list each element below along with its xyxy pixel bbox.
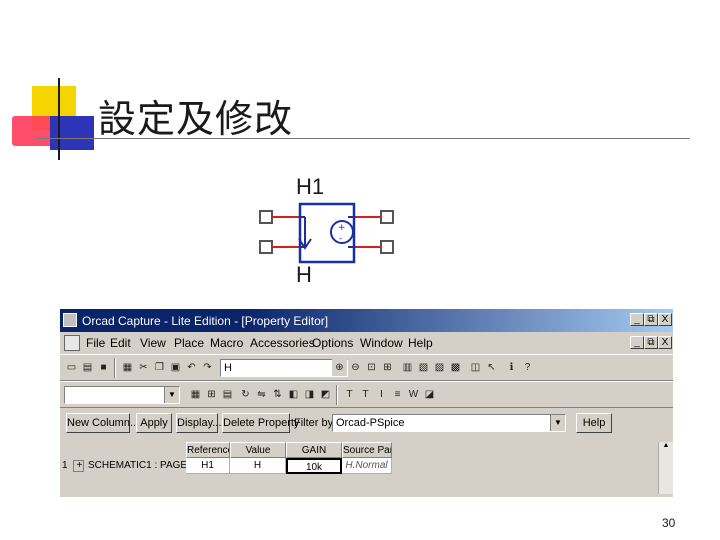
part-combo[interactable]: H ▼	[220, 359, 348, 377]
drc-icon[interactable]: ▧	[416, 359, 431, 376]
pointer-help-icon[interactable]: ↖	[484, 359, 499, 376]
doc-minimize-button[interactable]: _	[630, 336, 644, 349]
svg-text:+: +	[338, 223, 346, 233]
new-column-button[interactable]: New Column...	[66, 413, 139, 433]
expand-icon[interactable]: +	[73, 460, 84, 472]
zoom-all-icon[interactable]: ⊞	[380, 359, 395, 376]
project-manager-icon[interactable]: ◫	[468, 359, 483, 376]
netlist-icon[interactable]: ▨	[432, 359, 447, 376]
format-toolbar: ▼ ▦ ⊞ ▤ ↻ ⇋ ⇅ ◧ ◨ ◩ T T I ≡ W ◪	[60, 381, 673, 408]
send-back-icon[interactable]: ◨	[302, 386, 317, 403]
paste-icon[interactable]: ▣	[168, 359, 183, 376]
new-file-icon[interactable]: ▭	[64, 359, 79, 376]
part-combo-value: H	[224, 362, 232, 374]
header-reference[interactable]: Reference	[186, 442, 230, 458]
align-text-icon[interactable]: ≡	[390, 386, 405, 403]
open-folder-icon[interactable]: ▤	[80, 359, 95, 376]
close-button[interactable]: X	[658, 313, 672, 326]
decoration-vertical-line	[58, 78, 60, 160]
slide-title: 設定及修改	[98, 97, 294, 141]
window-title: Orcad Capture - Lite Edition - [Property…	[82, 314, 329, 328]
chevron-down-icon[interactable]: ▼	[164, 387, 179, 403]
apply-button[interactable]: Apply	[136, 413, 172, 433]
svg-text:-: -	[339, 234, 342, 244]
group-icon[interactable]: ◩	[318, 386, 333, 403]
vertical-scrollbar[interactable]: ▲	[658, 442, 673, 494]
menu-place[interactable]: Place	[174, 336, 204, 350]
mirror-h-icon[interactable]: ⇋	[254, 386, 269, 403]
toolbar-separator	[336, 385, 338, 405]
bring-front-icon[interactable]: ◧	[286, 386, 301, 403]
grid-icon[interactable]: ▦	[188, 386, 203, 403]
header-value[interactable]: Value	[230, 442, 286, 458]
cut-icon[interactable]: ✂	[136, 359, 151, 376]
delete-property-button[interactable]: Delete Property	[222, 413, 299, 433]
menu-accessories[interactable]: Accessories	[250, 336, 315, 350]
menu-help[interactable]: Help	[408, 336, 433, 350]
document-icon[interactable]	[64, 335, 80, 351]
symbol-reference-label: H1	[296, 174, 325, 199]
save-icon[interactable]: ■	[96, 359, 111, 376]
decoration-blue-square	[50, 116, 94, 150]
zoom-in-icon[interactable]: ⊕	[332, 359, 347, 376]
app-icon	[63, 313, 77, 327]
redo-icon[interactable]: ↷	[200, 359, 215, 376]
chevron-down-icon[interactable]: ▼	[550, 415, 565, 431]
info-icon[interactable]: ℹ	[504, 359, 519, 376]
align-icon[interactable]: ▤	[220, 386, 235, 403]
mirror-v-icon[interactable]: ⇅	[270, 386, 285, 403]
menu-view[interactable]: View	[140, 336, 166, 350]
page-number: 30	[662, 516, 676, 530]
menu-bar: File Edit View Place Macro Accessories O…	[60, 332, 673, 354]
cell-value[interactable]: H	[230, 458, 286, 474]
italic-button[interactable]: I	[374, 386, 389, 403]
header-source-part[interactable]: Source Part	[342, 442, 392, 458]
display-button[interactable]: Display...	[176, 413, 221, 433]
color-icon[interactable]: ◪	[422, 386, 437, 403]
row-name[interactable]: SCHEMATIC1 : PAGE1 : H1	[86, 458, 186, 474]
filter-label: Filter by:	[294, 417, 337, 429]
help-button[interactable]: Help	[576, 413, 612, 433]
window-titlebar: Orcad Capture - Lite Edition - [Property…	[60, 309, 673, 332]
menu-options[interactable]: Options	[312, 336, 353, 350]
menu-edit[interactable]: Edit	[110, 336, 131, 350]
snap-icon[interactable]: ⊞	[204, 386, 219, 403]
doc-close-button[interactable]: X	[658, 336, 672, 349]
property-grid: Reference Value GAIN Source Part 1 + SCH…	[60, 439, 673, 497]
format-combo[interactable]: ▼	[64, 386, 180, 404]
minimize-button[interactable]: _	[630, 313, 644, 326]
zoom-area-icon[interactable]: ⊡	[364, 359, 379, 376]
annotate-icon[interactable]: ▥	[400, 359, 415, 376]
property-editor-bar: New Column... Apply Display... Delete Pr…	[60, 409, 673, 437]
cell-reference[interactable]: H1	[186, 458, 230, 474]
filter-combo[interactable]: Orcad-PSpice ▼	[332, 414, 566, 432]
font-button-2[interactable]: T	[358, 386, 373, 403]
cell-gain[interactable]: 10k	[286, 458, 342, 474]
context-help-icon[interactable]: ?	[520, 359, 535, 376]
width-button[interactable]: W	[406, 386, 421, 403]
menu-file[interactable]: File	[86, 336, 105, 350]
symbol-value-label: H	[296, 262, 312, 287]
restore-button[interactable]: ⧉	[644, 313, 658, 326]
filter-value: Orcad-PSpice	[336, 417, 405, 429]
menu-macro[interactable]: Macro	[210, 336, 243, 350]
menu-window[interactable]: Window	[360, 336, 403, 350]
font-button-1[interactable]: T	[342, 386, 357, 403]
toolbar-separator	[114, 358, 116, 378]
doc-restore-button[interactable]: ⧉	[644, 336, 658, 349]
ccvs-symbol-graphic: + -	[259, 202, 394, 264]
cell-source-part[interactable]: H.Normal	[342, 458, 392, 474]
row-index: 1	[60, 458, 72, 474]
orcad-capture-window: Orcad Capture - Lite Edition - [Property…	[60, 309, 673, 497]
bom-icon[interactable]: ▩	[448, 359, 463, 376]
print-icon[interactable]: ▦	[120, 359, 135, 376]
standard-toolbar: ▭ ▤ ■ ▦ ✂ ❐ ▣ ↶ ↷ H ▼ ⊕ ⊖ ⊡ ⊞ ▥ ▧ ▨ ▩ ◫ …	[60, 354, 673, 381]
copy-icon[interactable]: ❐	[152, 359, 167, 376]
ccvs-schematic-symbol: + - H1 H	[250, 170, 410, 290]
header-gain[interactable]: GAIN	[286, 442, 342, 458]
zoom-out-icon[interactable]: ⊖	[348, 359, 363, 376]
undo-icon[interactable]: ↶	[184, 359, 199, 376]
rotate-icon[interactable]: ↻	[238, 386, 253, 403]
